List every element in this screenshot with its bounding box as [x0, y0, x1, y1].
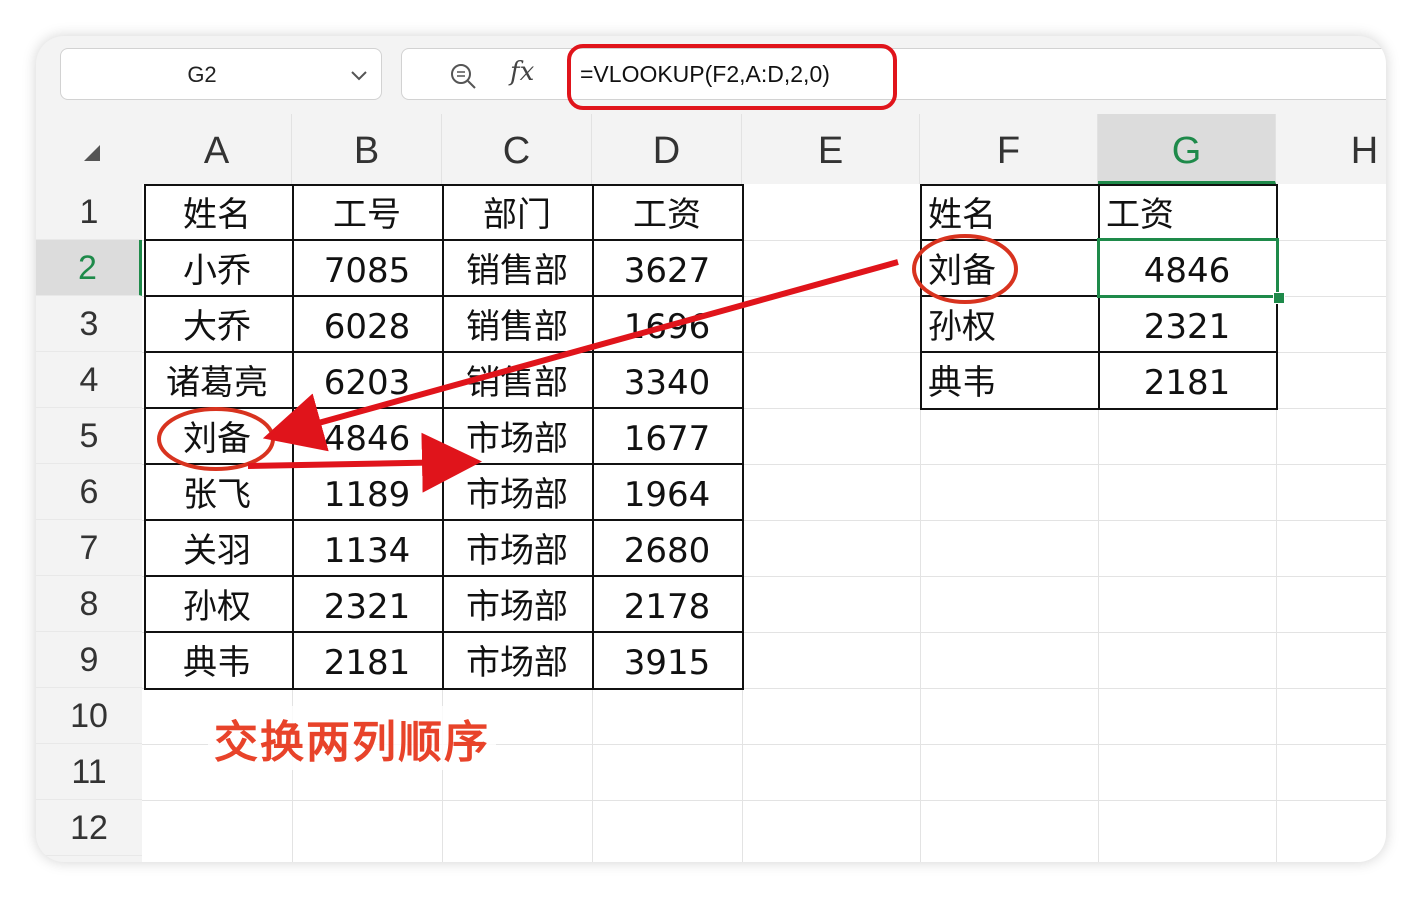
cell-b4[interactable]: 6203	[292, 354, 442, 410]
spreadsheet-window: G2 fx =VLOOKUP(F2,A:D,2,0) A B C D E F G…	[36, 36, 1386, 862]
cell-a4[interactable]: 诸葛亮	[142, 354, 292, 410]
cell-a3[interactable]: 大乔	[142, 298, 292, 354]
cell-c6[interactable]: 市场部	[442, 466, 592, 522]
chevron-down-icon[interactable]	[349, 67, 369, 86]
name-box-value: G2	[187, 62, 217, 87]
column-header-g[interactable]: G	[1098, 114, 1276, 184]
row-header-5[interactable]: 5	[36, 408, 142, 464]
column-header-e[interactable]: E	[742, 114, 920, 184]
cell-a2[interactable]: 小乔	[142, 242, 292, 298]
column-header-a[interactable]: A	[142, 114, 292, 184]
cell-b6[interactable]: 1189	[292, 466, 442, 522]
cell-b8[interactable]: 2321	[292, 578, 442, 634]
cell-f1[interactable]: 姓名	[920, 186, 1098, 242]
column-header-d[interactable]: D	[592, 114, 742, 184]
cell-b3[interactable]: 6028	[292, 298, 442, 354]
cell-c3[interactable]: 销售部	[442, 298, 592, 354]
annotation-text: 交换两列顺序	[208, 706, 496, 770]
cell-g4[interactable]: 2181	[1098, 354, 1276, 410]
cell-c9[interactable]: 市场部	[442, 634, 592, 690]
cell-g1[interactable]: 工资	[1098, 186, 1276, 242]
cell-f2[interactable]: 刘备	[920, 242, 1098, 298]
cell-b9[interactable]: 2181	[292, 634, 442, 690]
cell-a5[interactable]: 刘备	[142, 410, 292, 466]
cell-b5[interactable]: 4846	[292, 410, 442, 466]
cell-b2[interactable]: 7085	[292, 242, 442, 298]
cell-a8[interactable]: 孙权	[142, 578, 292, 634]
grid-line	[142, 800, 1386, 801]
row-header-1[interactable]: 1	[36, 184, 142, 240]
cell-c8[interactable]: 市场部	[442, 578, 592, 634]
cell-f3[interactable]: 孙权	[920, 298, 1098, 354]
formula-highlight-box	[567, 44, 897, 110]
cell-b1[interactable]: 工号	[292, 186, 442, 242]
active-cell-outline	[1097, 238, 1279, 298]
cell-a6[interactable]: 张飞	[142, 466, 292, 522]
row-header-9[interactable]: 9	[36, 632, 142, 688]
cell-d1[interactable]: 工资	[592, 186, 742, 242]
row-header-10[interactable]: 10	[36, 688, 142, 744]
row-header-3[interactable]: 3	[36, 296, 142, 352]
fill-handle[interactable]	[1273, 292, 1285, 304]
row-header-12[interactable]: 12	[36, 800, 142, 856]
cell-b7[interactable]: 1134	[292, 522, 442, 578]
name-box[interactable]: G2	[60, 48, 382, 100]
select-all-icon[interactable]	[82, 143, 102, 167]
column-header-h[interactable]: H	[1276, 114, 1386, 184]
cell-a7[interactable]: 关羽	[142, 522, 292, 578]
row-header-4[interactable]: 4	[36, 352, 142, 408]
fx-icon[interactable]: fx	[510, 57, 534, 87]
row-header-11[interactable]: 11	[36, 744, 142, 800]
cell-d8[interactable]: 2178	[592, 578, 742, 634]
cell-c7[interactable]: 市场部	[442, 522, 592, 578]
row-header-6[interactable]: 6	[36, 464, 142, 520]
cell-g3[interactable]: 2321	[1098, 298, 1276, 354]
cell-c2[interactable]: 销售部	[442, 242, 592, 298]
row-header-2[interactable]: 2	[36, 240, 142, 296]
cell-d6[interactable]: 1964	[592, 466, 742, 522]
row-header-7[interactable]: 7	[36, 520, 142, 576]
cell-d3[interactable]: 1696	[592, 298, 742, 354]
cell-a1[interactable]: 姓名	[142, 186, 292, 242]
column-header-c[interactable]: C	[442, 114, 592, 184]
cell-d7[interactable]: 2680	[592, 522, 742, 578]
cell-a9[interactable]: 典韦	[142, 634, 292, 690]
cell-d2[interactable]: 3627	[592, 242, 742, 298]
cell-f4[interactable]: 典韦	[920, 354, 1098, 410]
cell-c4[interactable]: 销售部	[442, 354, 592, 410]
cell-d5[interactable]: 1677	[592, 410, 742, 466]
grid-line	[742, 184, 743, 862]
cell-c5[interactable]: 市场部	[442, 410, 592, 466]
zoom-icon[interactable]	[448, 61, 478, 95]
row-header-8[interactable]: 8	[36, 576, 142, 632]
column-header-f[interactable]: F	[920, 114, 1098, 184]
cell-d4[interactable]: 3340	[592, 354, 742, 410]
column-header-b[interactable]: B	[292, 114, 442, 184]
cell-d9[interactable]: 3915	[592, 634, 742, 690]
cell-c1[interactable]: 部门	[442, 186, 592, 242]
